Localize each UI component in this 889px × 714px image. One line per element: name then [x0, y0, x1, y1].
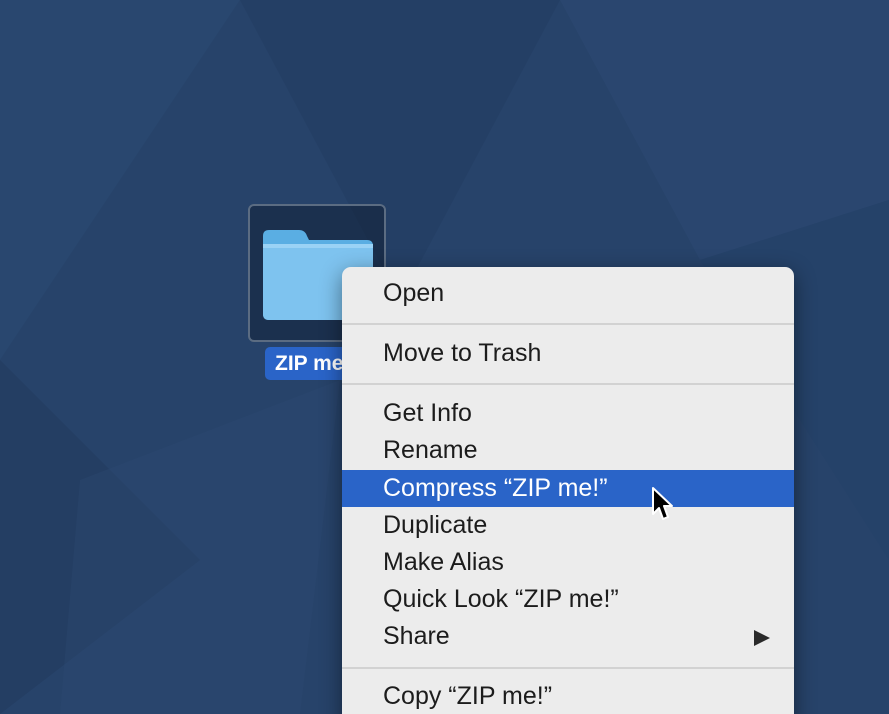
menu-item-get-info[interactable]: Get Info — [342, 395, 794, 432]
menu-separator — [342, 323, 794, 325]
desktop: ZIP me! Open Move to Trash Get Info Rena… — [0, 0, 889, 714]
menu-item-duplicate[interactable]: Duplicate — [342, 507, 794, 544]
arrow-cursor-icon — [652, 487, 673, 520]
menu-item-open[interactable]: Open — [342, 275, 794, 312]
menu-item-share[interactable]: Share — [342, 618, 794, 655]
context-menu: Open Move to Trash Get Info Rename Compr… — [342, 267, 794, 714]
chevron-right-icon — [754, 630, 770, 646]
menu-item-compress[interactable]: Compress “ZIP me!” — [342, 470, 794, 507]
menu-separator — [342, 383, 794, 385]
menu-item-share-label: Share — [383, 622, 450, 650]
menu-item-quick-look[interactable]: Quick Look “ZIP me!” — [342, 581, 794, 618]
menu-item-copy[interactable]: Copy “ZIP me!” — [342, 678, 794, 714]
menu-item-rename[interactable]: Rename — [342, 432, 794, 469]
menu-separator — [342, 667, 794, 669]
menu-item-make-alias[interactable]: Make Alias — [342, 544, 794, 581]
menu-item-move-to-trash[interactable]: Move to Trash — [342, 335, 794, 372]
